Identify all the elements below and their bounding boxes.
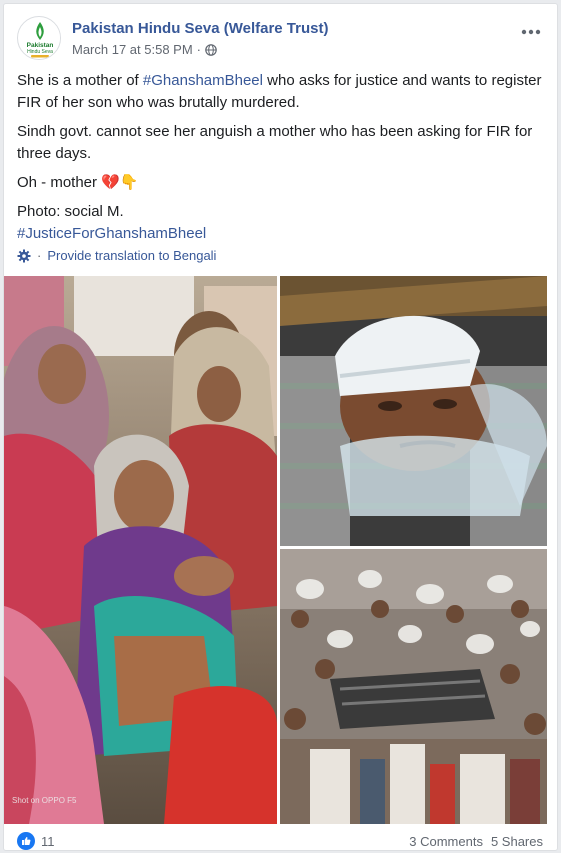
victim-image (280, 276, 547, 546)
hashtag-ghansham[interactable]: #GhanshamBheel (143, 72, 263, 89)
translation-row: · Provide translation to Bengali (17, 248, 216, 263)
photo-crowd[interactable] (280, 549, 547, 824)
logo-line2: Hindu Seva (27, 49, 53, 55)
photo-grieving-mother[interactable]: Shot on OPPO F5 (4, 276, 277, 824)
engagement-stats: 3 Comments 5 Shares (409, 834, 543, 849)
photo-watermark: Shot on OPPO F5 (12, 796, 77, 805)
photo-grid: Shot on OPPO F5 (4, 276, 557, 824)
globe-icon (205, 43, 217, 56)
photo-victim[interactable] (280, 276, 547, 546)
paragraph-4: Photo: social M. #JusticeForGhanshamBheel (17, 201, 543, 245)
meta-separator: · (196, 42, 202, 57)
post-card: Pakistan Hindu Seva Pakistan Hindu Seva … (3, 3, 558, 851)
gear-icon (17, 249, 31, 262)
paragraph-2: Sindh govt. cannot see her anguish a mot… (17, 123, 533, 162)
translation-separator: · (37, 248, 42, 263)
crowd-image (280, 549, 547, 824)
grieving-mother-image: Shot on OPPO F5 (4, 276, 277, 824)
post-timestamp[interactable]: March 17 at 5:58 PM (72, 42, 193, 57)
ellipsis-icon (521, 29, 541, 35)
hashtag-justice[interactable]: #JusticeForGhanshamBheel (17, 225, 206, 242)
post-meta: March 17 at 5:58 PM · (72, 42, 217, 57)
translate-link[interactable]: Provide translation to Bengali (47, 248, 216, 263)
post-header: Pakistan Hindu Seva Pakistan Hindu Seva … (17, 16, 547, 66)
thumbs-up-glyph (22, 837, 31, 845)
logo-line1: Pakistan (27, 42, 54, 49)
like-count[interactable]: 11 (41, 834, 55, 849)
page-name-link[interactable]: Pakistan Hindu Seva (Welfare Trust) (72, 20, 328, 37)
comments-count[interactable]: 3 Comments (409, 834, 483, 849)
thumbs-up-icon[interactable] (17, 832, 35, 850)
paragraph-1-prefix: She is a mother of (17, 72, 143, 89)
post-footer: 11 3 Comments 5 Shares (17, 832, 543, 852)
page-avatar[interactable]: Pakistan Hindu Seva (17, 16, 61, 60)
more-options-button[interactable] (521, 18, 541, 41)
post-text: She is a mother of #GhanshamBheel who as… (17, 70, 543, 245)
photo-credit: Photo: social M. (17, 203, 124, 220)
page-logo: Pakistan Hindu Seva (19, 18, 60, 59)
paragraph-1: She is a mother of #GhanshamBheel who as… (17, 70, 543, 114)
paragraph-3: Oh - mother 💔👇 (17, 174, 139, 191)
shares-count[interactable]: 5 Shares (491, 834, 543, 849)
